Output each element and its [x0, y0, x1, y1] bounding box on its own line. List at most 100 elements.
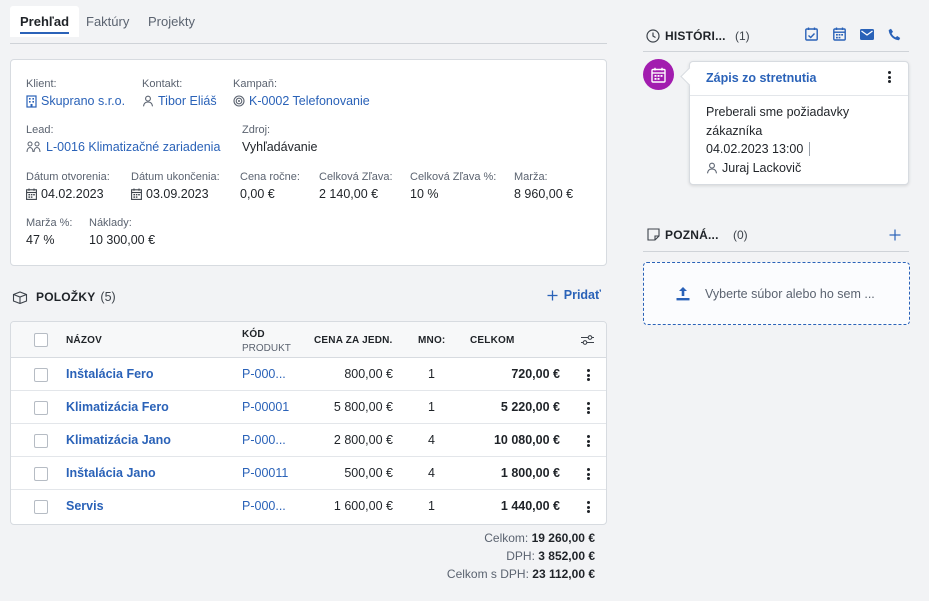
item-qty: 4 — [428, 466, 435, 480]
more-icon[interactable] — [888, 71, 891, 83]
table-row[interactable]: Inštalácia Jano P-00011 500,00 € 4 1 800… — [11, 457, 606, 490]
notes-count: (0) — [733, 228, 748, 242]
item-code[interactable]: P-000... — [242, 358, 286, 391]
field-label: Marža %: — [26, 217, 73, 229]
field-label: Dátum otvorenia: — [26, 171, 110, 183]
upload-icon — [676, 286, 690, 301]
column-settings-icon[interactable] — [580, 334, 595, 346]
kontakt-link[interactable]: Tibor Eliáš — [142, 94, 217, 108]
cena-rocne-value: 0,00 € — [240, 187, 275, 201]
phone-icon[interactable] — [888, 28, 901, 41]
column-header-celkom[interactable]: CELKOM — [470, 335, 515, 346]
history-header: HISTÓRI... (1) — [643, 27, 909, 52]
klient-value: Skuprano s.r.o. — [41, 94, 126, 108]
table-row[interactable]: Klimatizácia Jano P-000... 2 800,00 € 4 … — [11, 424, 606, 457]
item-price: 2 800,00 € — [333, 433, 393, 447]
calendar-icon[interactable] — [833, 27, 846, 41]
item-code[interactable]: P-000... — [242, 490, 286, 523]
file-dropzone[interactable]: Vyberte súbor alebo ho sem ... — [643, 262, 910, 325]
items-count: (5) — [100, 290, 116, 304]
column-header-mnozstvo[interactable]: MNO: — [418, 335, 446, 346]
field-celkova-zlava: Celková Zľava: 2 140,00 € — [319, 171, 393, 201]
more-icon[interactable] — [587, 369, 591, 383]
tab-faktury[interactable]: Faktúry — [76, 6, 139, 37]
select-all-checkbox[interactable] — [34, 333, 48, 347]
history-entry-body: Preberali sme požiadavky zákazníka 04.02… — [706, 103, 886, 177]
item-name[interactable]: Klimatizácia Fero — [66, 391, 169, 424]
item-name[interactable]: Inštalácia Jano — [66, 457, 156, 490]
item-total: 720,00 € — [511, 367, 560, 381]
history-entry-card[interactable]: Zápis zo stretnutia Preberali sme požiad… — [689, 61, 909, 185]
field-klient: Klient: Skuprano s.r.o. — [26, 78, 125, 108]
item-code[interactable]: P-00001 — [242, 391, 289, 424]
overview-card: Klient: Skuprano s.r.o. Kontakt: Tibor E… — [10, 59, 607, 266]
item-qty: 1 — [428, 499, 435, 513]
clock-icon — [646, 29, 660, 43]
total-s-dph: Celkom s DPH: 23 112,00 € — [447, 567, 595, 581]
total-celkom: Celkom: 19 260,00 € — [484, 531, 595, 545]
table-row[interactable]: Servis P-000... 1 600,00 € 1 1 440,00 € — [11, 490, 606, 523]
more-icon[interactable] — [587, 468, 591, 482]
add-item-label: Pridať — [563, 288, 601, 302]
item-name[interactable]: Klimatizácia Jano — [66, 424, 171, 457]
field-label: Cena ročne: — [240, 171, 300, 183]
column-header-kod[interactable]: KÓD — [242, 329, 265, 340]
item-code[interactable]: P-00011 — [242, 457, 288, 490]
field-label: Kontakt: — [142, 78, 183, 90]
add-note-icon[interactable] — [889, 229, 901, 241]
row-checkbox[interactable] — [34, 467, 48, 481]
field-label: Dátum ukončenia: — [131, 171, 220, 183]
column-header-nazov[interactable]: NÁZOV — [66, 335, 102, 346]
history-entry-title[interactable]: Zápis zo stretnutia — [706, 71, 816, 85]
item-total: 1 440,00 € — [500, 499, 560, 513]
total-value: 23 112,00 € — [532, 567, 595, 581]
kampan-link[interactable]: K-0002 Telefonovanie — [233, 94, 370, 108]
field-zdroj: Zdroj: Vyhľadávanie — [242, 124, 317, 154]
column-header-cena[interactable]: CENA ZA JEDN. — [314, 335, 393, 346]
total-dph: DPH: 3 852,00 € — [506, 549, 595, 563]
column-subheader-produkt: PRODUKT — [242, 343, 291, 354]
person-icon — [706, 162, 718, 174]
more-icon[interactable] — [587, 435, 591, 449]
celkova-zlava-pct-value: 10 % — [410, 187, 439, 201]
row-checkbox[interactable] — [34, 500, 48, 514]
table-row[interactable]: Inštalácia Fero P-000... 800,00 € 1 720,… — [11, 358, 606, 391]
divider — [690, 95, 908, 96]
notes-title: POZNÁ... — [665, 228, 719, 242]
lead-value: L-0016 Klimatizačné zariadenia — [46, 140, 221, 154]
field-label: Marža: — [514, 171, 548, 183]
tab-bar: Prehľad Faktúry Projekty — [10, 6, 607, 44]
more-icon[interactable] — [587, 402, 591, 416]
row-checkbox[interactable] — [34, 368, 48, 382]
zdroj-value: Vyhľadávanie — [242, 140, 318, 154]
item-name[interactable]: Servis — [66, 490, 104, 523]
field-label: Celková Zľava: — [319, 171, 393, 183]
klient-link[interactable]: Skuprano s.r.o. — [26, 94, 125, 108]
add-task-icon[interactable] — [805, 27, 818, 41]
items-table: NÁZOV KÓD PRODUKT CENA ZA JEDN. MNO: CEL… — [10, 321, 607, 525]
item-qty: 1 — [428, 367, 435, 381]
table-row[interactable]: Klimatizácia Fero P-00001 5 800,00 € 1 5… — [11, 391, 606, 424]
field-marza-pct: Marža %: 47 % — [26, 217, 72, 247]
celkova-zlava-value: 2 140,00 € — [319, 187, 379, 201]
total-value: 19 260,00 € — [531, 531, 595, 545]
tab-prehlad[interactable]: Prehľad — [10, 6, 80, 37]
target-icon — [233, 95, 245, 107]
email-icon[interactable] — [860, 29, 874, 40]
field-cena-rocne: Cena ročne: 0,00 € — [240, 171, 300, 201]
marza-pct-value: 47 % — [26, 233, 55, 247]
item-code[interactable]: P-000... — [242, 424, 286, 457]
item-name[interactable]: Inštalácia Fero — [66, 358, 154, 391]
row-checkbox[interactable] — [34, 434, 48, 448]
lead-link[interactable]: L-0016 Klimatizačné zariadenia — [26, 140, 220, 154]
divider — [809, 142, 811, 157]
row-checkbox[interactable] — [34, 401, 48, 415]
tab-label: Faktúry — [86, 14, 130, 29]
field-kontakt: Kontakt: Tibor Eliáš — [142, 78, 217, 108]
item-total: 1 800,00 € — [500, 466, 560, 480]
more-icon[interactable] — [587, 501, 591, 515]
add-item-button[interactable]: Pridať — [547, 288, 601, 302]
item-qty: 1 — [428, 400, 435, 414]
tab-projekty[interactable]: Projekty — [138, 6, 205, 37]
items-header: POLOŽKY (5) Pridať — [12, 288, 607, 306]
